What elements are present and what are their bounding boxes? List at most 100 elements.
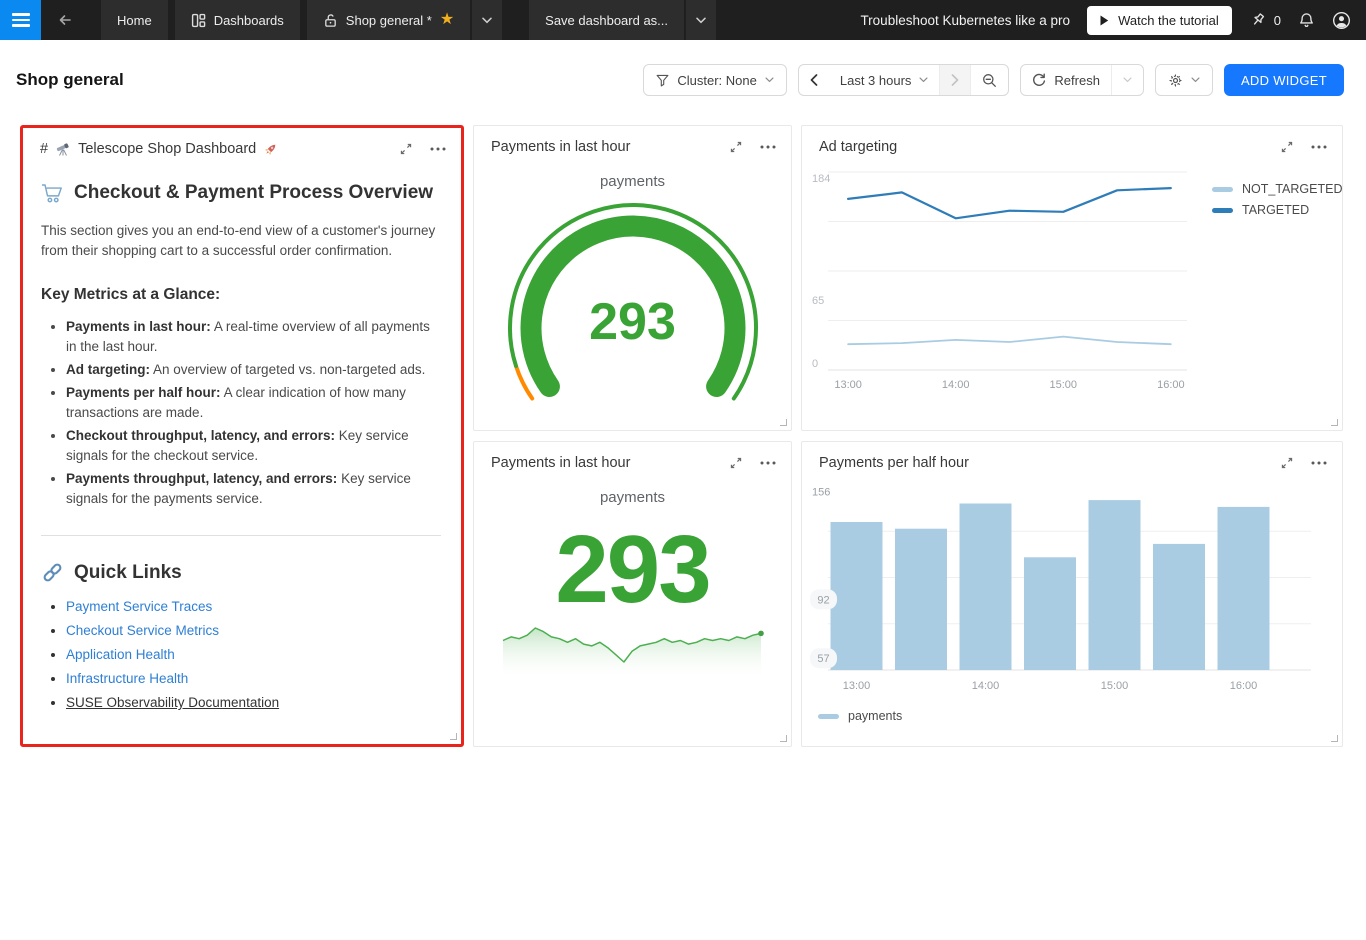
resize-handle[interactable] [780,735,787,742]
favorite-star-icon[interactable]: ★ [440,12,454,28]
quick-link-item: Checkout Service Metrics [66,623,441,638]
svg-text:14:00: 14:00 [942,379,970,391]
refresh-options-chevron[interactable] [1111,65,1143,95]
metric-item: Checkout throughput, latency, and errors… [66,426,441,466]
tab-dashboards[interactable]: Dashboards [175,0,300,40]
payments-gauge-widget: Payments in last hour payments 293 [473,125,792,431]
quick-links-heading: Quick Links [41,561,441,584]
ellipsis-icon[interactable] [760,461,776,465]
rocket-icon [263,142,278,157]
widget-title: Payments in last hour [491,455,630,471]
pin-count: 0 [1274,13,1281,28]
time-back-button[interactable] [799,65,829,95]
ellipsis-icon[interactable] [430,147,446,151]
toolbar: Cluster: None Last 3 hours [643,64,1344,96]
ellipsis-icon[interactable] [1311,145,1327,149]
time-zoom-out-button[interactable] [970,65,1008,95]
page-title: Shop general [16,70,124,90]
quick-link-item: SUSE Observability Documentation [66,695,441,710]
quick-link-item: Payment Service Traces [66,599,441,614]
resize-handle[interactable] [780,419,787,426]
ellipsis-icon[interactable] [760,145,776,149]
link-application-health[interactable]: Application Health [66,647,175,662]
resize-handle[interactable] [1331,735,1338,742]
chevron-down-icon [482,17,492,24]
metric-item: Payments per half hour: A clear indicati… [66,383,441,423]
gauge-value: 293 [493,292,773,352]
resize-handle[interactable] [1331,419,1338,426]
save-dashboard-group: Save dashboard as... [529,0,716,40]
cluster-filter-label: Cluster: None [677,73,756,88]
pinned-items-button[interactable]: 0 [1249,12,1281,29]
legend-label: payments [848,709,902,723]
back-icon [57,12,73,28]
payments-bar-chart: 156925713:0014:0015:0016:00 [810,485,1326,697]
link-payment-service-traces[interactable]: Payment Service Traces [66,599,212,614]
expand-icon[interactable] [399,142,413,156]
notifications-button[interactable] [1298,12,1315,29]
expand-icon[interactable] [729,456,743,470]
overview-intro: This section gives you an end-to-end vie… [41,221,441,261]
number-series-label: payments [474,489,791,506]
legend-swatch [1212,187,1233,192]
payments-gauge-chart: 293 [493,192,773,411]
expand-icon[interactable] [1280,140,1294,154]
svg-text:0: 0 [812,358,818,370]
zoom-out-icon [982,73,997,88]
markdown-widget[interactable]: # Telescope Shop Dashboard [20,125,464,747]
save-dashboard-chevron[interactable] [686,0,716,40]
metric-item: Ad targeting: An overview of targeted vs… [66,360,441,380]
refresh-button[interactable]: Refresh [1021,65,1111,95]
link-icon [41,561,64,584]
legend-item-targeted[interactable]: TARGETED [1212,203,1342,217]
legend-label: NOT_TARGETED [1242,182,1342,196]
link-checkout-service-metrics[interactable]: Checkout Service Metrics [66,623,219,638]
tab-home[interactable]: Home [101,0,168,40]
ad-targeting-chart: 18465013:0014:0015:0016:00 [810,160,1202,396]
markdown-widget-title: # Telescope Shop Dashboard [40,141,278,157]
svg-text:16:00: 16:00 [1157,379,1185,391]
back-button[interactable] [41,0,89,40]
svg-text:14:00: 14:00 [972,680,1000,692]
bar-chart-legend[interactable]: payments [818,709,1342,723]
legend-item-not-targeted[interactable]: NOT_TARGETED [1212,182,1342,196]
cart-icon [41,183,64,204]
quick-links-list: Payment Service Traces Checkout Service … [41,599,441,710]
dashboard-grid: # Telescope Shop Dashboard [20,125,1366,747]
svg-text:15:00: 15:00 [1101,680,1129,692]
metrics-list: Payments in last hour: A real-time overv… [41,317,441,509]
widget-title: Ad targeting [819,139,897,155]
promo-text: Troubleshoot Kubernetes like a pro [860,13,1070,28]
ellipsis-icon[interactable] [1311,461,1327,465]
metric-item: Payments in last hour: A real-time overv… [66,317,441,357]
pin-icon [1249,12,1266,29]
link-infrastructure-health[interactable]: Infrastructure Health [66,671,188,686]
tab-options-chevron[interactable] [472,0,502,40]
dashboard-settings-button[interactable] [1155,64,1213,96]
expand-icon[interactable] [1280,456,1294,470]
top-nav-bar: Home Dashboards Shop general * ★ Save da… [0,0,1366,40]
svg-text:15:00: 15:00 [1049,379,1077,391]
time-forward-button[interactable] [939,65,970,95]
cluster-filter-button[interactable]: Cluster: None [643,64,786,96]
resize-handle[interactable] [450,733,457,740]
quick-link-item: Infrastructure Health [66,671,441,686]
tab-shop-general[interactable]: Shop general * ★ [307,0,470,40]
payments-number-widget: Payments in last hour payments 293 [473,441,792,747]
link-suse-observability-docs[interactable]: SUSE Observability Documentation [66,695,279,710]
watch-tutorial-button[interactable]: Watch the tutorial [1087,6,1232,35]
menu-button[interactable] [0,0,41,40]
save-dashboard-button[interactable]: Save dashboard as... [529,0,684,40]
user-menu-button[interactable] [1332,11,1351,30]
bell-icon [1298,12,1315,29]
refresh-group: Refresh [1020,64,1144,96]
markdown-body: Checkout & Payment Process Overview This… [23,182,461,710]
ad-targeting-widget: Ad targeting 18465013:0014:0015:0016:00 … [801,125,1343,431]
payments-sparkline [502,623,764,681]
refresh-label: Refresh [1054,73,1100,88]
gear-icon [1168,73,1183,88]
expand-icon[interactable] [729,140,743,154]
avatar-icon [1332,11,1351,30]
time-range-button[interactable]: Last 3 hours [829,65,940,95]
add-widget-button[interactable]: ADD WIDGET [1224,64,1344,96]
